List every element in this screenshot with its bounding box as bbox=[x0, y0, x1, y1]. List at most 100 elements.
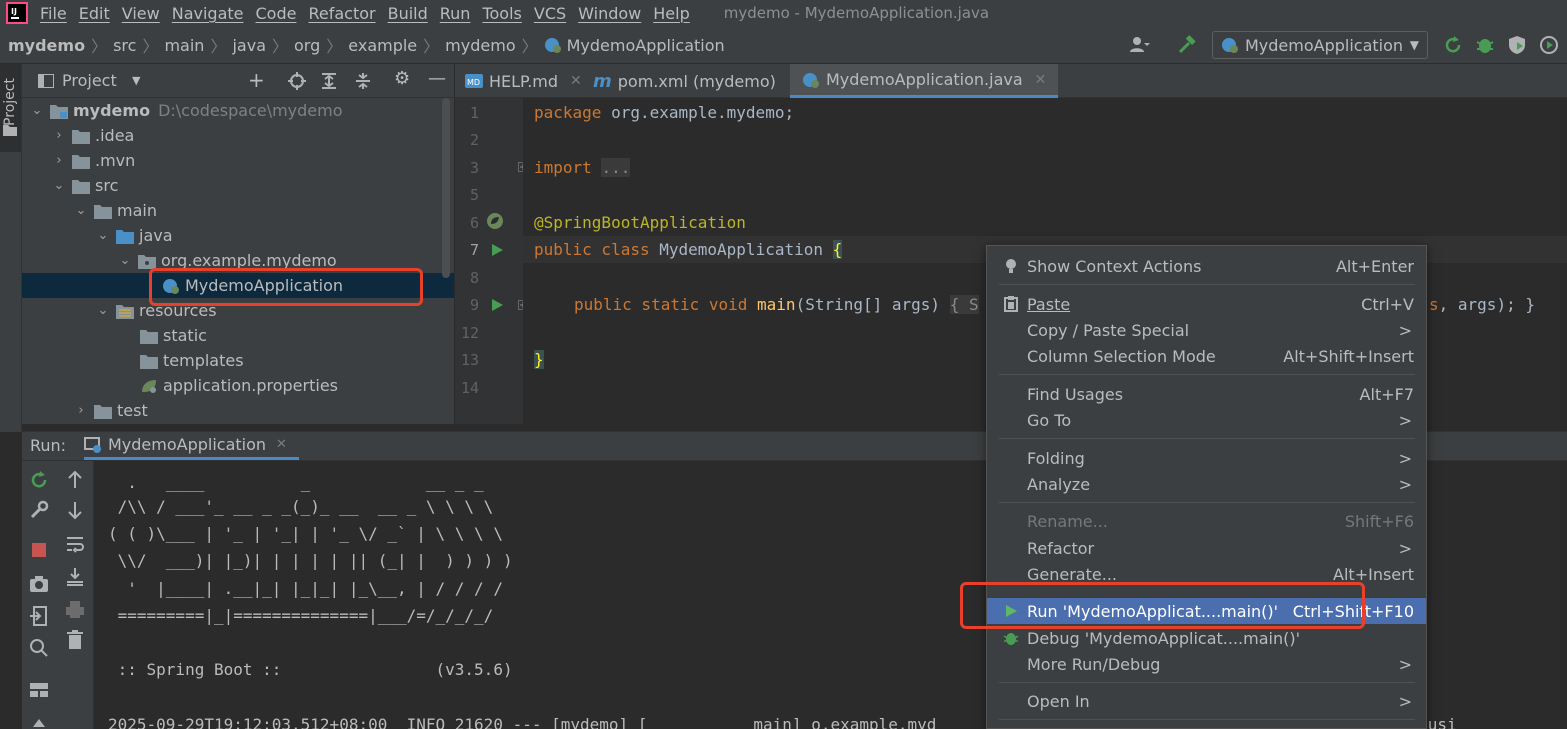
exit-icon[interactable] bbox=[28, 605, 50, 627]
close-icon[interactable]: ✕ bbox=[1035, 72, 1047, 88]
close-icon[interactable]: ✕ bbox=[276, 437, 287, 452]
tree-row-templates[interactable]: templates bbox=[22, 348, 454, 373]
chevron-right-icon: > bbox=[1398, 320, 1412, 340]
menu-refactor[interactable]: Refactor bbox=[308, 4, 375, 23]
chevron-down-icon[interactable]: ▼ bbox=[132, 74, 140, 87]
run-tab[interactable]: MydemoApplication ✕ bbox=[84, 432, 299, 460]
tree-row-root[interactable]: ⌄ mydemo D:\codespace\mydemo bbox=[22, 98, 454, 123]
tree-item-label: .idea bbox=[95, 126, 135, 145]
tree-row-java[interactable]: ⌄ java bbox=[22, 223, 454, 248]
breadcrumb-item[interactable]: java bbox=[232, 36, 266, 55]
menu-item-open-in[interactable]: Open In > bbox=[987, 688, 1426, 714]
project-tool-tab[interactable]: Project bbox=[0, 64, 21, 152]
menu-separator bbox=[999, 719, 1415, 720]
menu-item-analyze[interactable]: Analyze > bbox=[987, 471, 1426, 497]
layout-icon[interactable] bbox=[28, 679, 50, 701]
menu-vcs[interactable]: VCS bbox=[534, 4, 566, 23]
project-panel-title[interactable]: Project bbox=[62, 71, 117, 90]
rerun-icon[interactable] bbox=[28, 469, 50, 491]
menu-run[interactable]: Run bbox=[440, 4, 471, 23]
tree-row-application-properties[interactable]: application.properties bbox=[22, 373, 454, 398]
spring-properties-icon bbox=[142, 379, 156, 393]
menu-window[interactable]: Window bbox=[578, 4, 641, 23]
code-line-3: import ... bbox=[534, 158, 631, 177]
menu-item-paste[interactable]: Paste Ctrl+V bbox=[987, 291, 1426, 317]
pin-icon[interactable] bbox=[28, 717, 50, 729]
spring-bean-gutter-icon[interactable] bbox=[486, 212, 504, 230]
coverage-icon[interactable] bbox=[1506, 34, 1528, 56]
menu-item-column-selection-mode[interactable]: Column Selection Mode Alt+Shift+Insert bbox=[987, 343, 1426, 369]
collapse-all-icon[interactable] bbox=[354, 72, 372, 90]
chevron-right-icon: > bbox=[1398, 691, 1412, 711]
tree-item-label: application.properties bbox=[163, 376, 338, 395]
stop-icon[interactable] bbox=[28, 539, 50, 561]
arrow-down-icon[interactable] bbox=[64, 499, 86, 521]
menu-file[interactable]: File bbox=[40, 4, 67, 23]
line-number: 7 bbox=[469, 241, 479, 259]
wrench-icon[interactable] bbox=[28, 499, 50, 521]
menu-item-rename[interactable]: Rename... Shift+F6 bbox=[987, 508, 1426, 534]
trash-icon[interactable] bbox=[64, 629, 86, 651]
hide-icon[interactable]: — bbox=[428, 68, 446, 89]
tab-label: pom.xml (mydemo) bbox=[617, 71, 776, 91]
tree-row-src[interactable]: ⌄ src bbox=[22, 173, 454, 198]
scroll-to-end-icon[interactable] bbox=[64, 565, 86, 587]
menu-navigate[interactable]: Navigate bbox=[172, 4, 244, 23]
folder-icon bbox=[140, 354, 158, 369]
tree-row-static[interactable]: static bbox=[22, 323, 454, 348]
camera-icon[interactable] bbox=[28, 573, 50, 595]
menu-build[interactable]: Build bbox=[388, 4, 428, 23]
menu-edit[interactable]: Edit bbox=[79, 4, 110, 23]
breadcrumb-item[interactable]: org bbox=[294, 36, 320, 55]
tree-row-main[interactable]: ⌄ main bbox=[22, 198, 454, 223]
arrow-up-icon[interactable] bbox=[64, 469, 86, 491]
folder-icon bbox=[140, 329, 158, 344]
locate-target-icon[interactable] bbox=[288, 72, 306, 90]
add-icon[interactable]: + bbox=[248, 68, 265, 92]
folded-imports[interactable]: ... bbox=[601, 158, 631, 177]
tree-row-idea[interactable]: › .idea bbox=[22, 123, 454, 148]
breadcrumb-item[interactable]: src bbox=[113, 36, 136, 55]
menu-item-find-usages[interactable]: Find Usages Alt+F7 bbox=[987, 381, 1426, 407]
menu-item-copy-paste-special[interactable]: Copy / Paste Special > bbox=[987, 317, 1426, 343]
tab-mydemoapplication-java[interactable]: MydemoApplication.java ✕ bbox=[790, 64, 1059, 98]
expand-all-icon[interactable] bbox=[320, 72, 338, 90]
breadcrumb-item[interactable]: MydemoApplication bbox=[567, 36, 725, 55]
menu-item-go-to[interactable]: Go To > bbox=[987, 407, 1426, 433]
run-gutter-icon[interactable] bbox=[490, 298, 504, 312]
menu-item-show-context-actions[interactable]: Show Context Actions Alt+Enter bbox=[987, 253, 1426, 279]
tab-pom-xml[interactable]: m pom.xml (mydemo) ✕ bbox=[593, 64, 800, 98]
menu-tools[interactable]: Tools bbox=[482, 4, 521, 23]
run-gutter-icon[interactable] bbox=[490, 243, 504, 257]
breadcrumb-item[interactable]: example bbox=[348, 36, 417, 55]
menu-item-folding[interactable]: Folding > bbox=[987, 445, 1426, 471]
chevron-right-icon: > bbox=[1398, 654, 1412, 674]
debug-bug-icon[interactable] bbox=[1474, 34, 1496, 56]
search-settings-icon[interactable] bbox=[28, 637, 50, 659]
print-icon[interactable] bbox=[64, 599, 86, 621]
rerun-icon[interactable] bbox=[1442, 34, 1464, 56]
menu-code[interactable]: Code bbox=[256, 4, 297, 23]
console-line: /\\ / ___'_ __ _ _(_)_ __ __ _ \ \ \ \ bbox=[108, 497, 494, 516]
tree-item-label: static bbox=[163, 326, 207, 345]
chevron-right-icon: > bbox=[1398, 410, 1412, 430]
breadcrumb-item[interactable]: mydemo bbox=[445, 36, 515, 55]
tree-row-test[interactable]: › test bbox=[22, 398, 454, 423]
build-hammer-icon[interactable] bbox=[1176, 34, 1198, 56]
soft-wrap-icon[interactable] bbox=[64, 533, 86, 555]
breadcrumb-item[interactable]: mydemo bbox=[8, 36, 85, 55]
gear-icon[interactable]: ⚙ bbox=[394, 68, 410, 89]
close-icon[interactable]: ✕ bbox=[570, 73, 582, 89]
profile-icon[interactable] bbox=[1538, 34, 1560, 56]
tool-window-stripe: Project bbox=[0, 64, 22, 432]
run-configuration-select[interactable]: MydemoApplication ▼ bbox=[1212, 31, 1428, 59]
menu-item-refactor[interactable]: Refactor > bbox=[987, 535, 1426, 561]
menu-view[interactable]: View bbox=[122, 4, 160, 23]
menu-item-more-run-debug[interactable]: More Run/Debug > bbox=[987, 651, 1426, 677]
breadcrumb-item[interactable]: main bbox=[164, 36, 204, 55]
menu-help[interactable]: Help bbox=[653, 4, 689, 23]
tab-help-md[interactable]: MD HELP.md ✕ bbox=[465, 64, 582, 98]
folder-icon bbox=[72, 154, 90, 169]
tree-row-mvn[interactable]: › .mvn bbox=[22, 148, 454, 173]
user-icon[interactable] bbox=[1128, 34, 1150, 56]
